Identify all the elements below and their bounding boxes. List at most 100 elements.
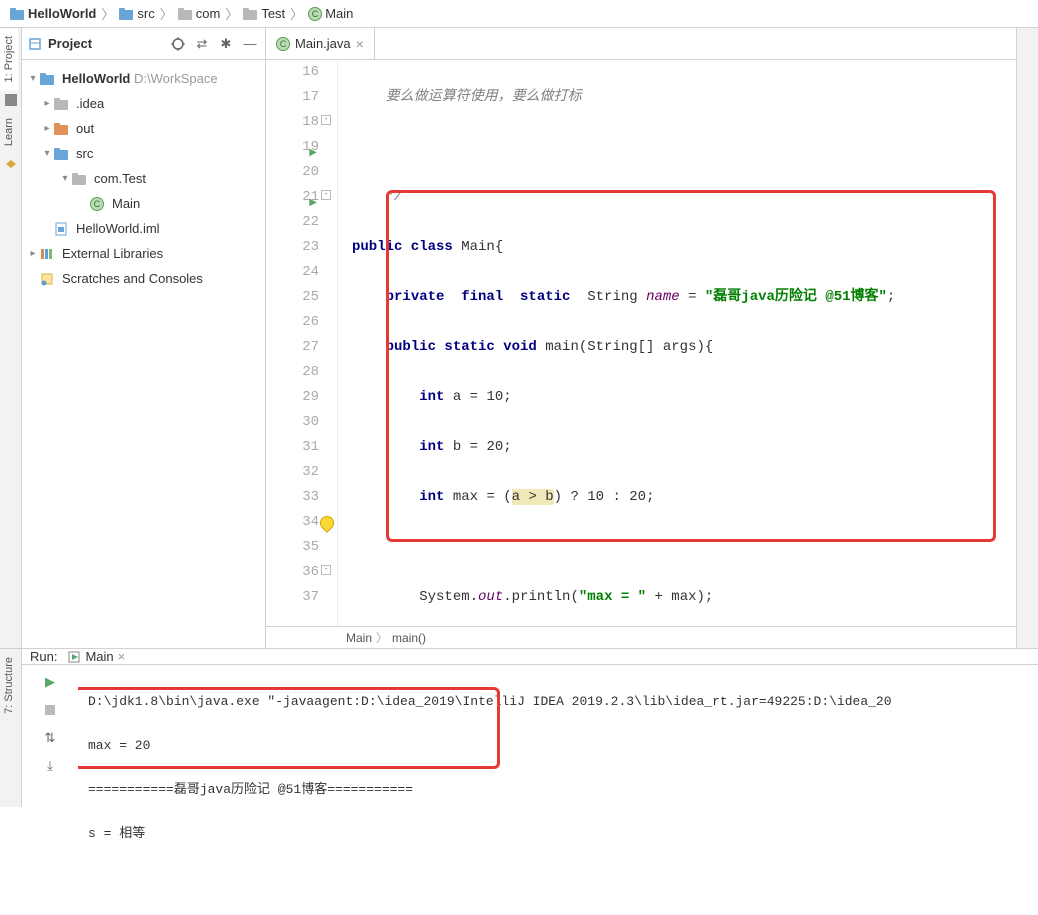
chevron-right-icon[interactable]: ▸	[40, 98, 54, 109]
tree-pkg[interactable]: ▾ com.Test	[22, 166, 265, 191]
code-line: 要么做运算符使用，要么做打标	[352, 85, 1016, 110]
folder-icon	[243, 8, 258, 20]
gear-icon[interactable]: ✱	[217, 35, 235, 53]
breadcrumb: HelloWorld 〉 src 〉 com 〉 Test 〉 C Main	[0, 0, 1038, 28]
locate-icon[interactable]	[169, 35, 187, 53]
package-icon	[72, 173, 87, 185]
tab-learn[interactable]: Learn	[0, 110, 18, 154]
chevron-down-icon[interactable]: ▾	[40, 148, 54, 159]
project-panel-header: Project ⇄ ✱ —	[22, 28, 265, 60]
run-toolbar: ▶ ⇅ ⤓	[22, 665, 78, 915]
chevron-right-icon: 〉	[101, 4, 114, 23]
run-header: Run: Main ×	[22, 649, 1038, 665]
chevron-right-icon: 〉	[160, 4, 173, 23]
folder-icon	[54, 98, 69, 110]
editor-tabs: C Main.java ×	[266, 28, 1016, 60]
run-panel: 7: Structure Run: Main × ▶ ⇅ ⤓ D:\jdk1.8…	[0, 648, 1038, 807]
code-line: int max = (a > b) ? 10 : 20;	[352, 485, 1016, 510]
chevron-down-icon[interactable]: ▾	[58, 173, 72, 184]
iml-icon	[54, 222, 68, 236]
code-line: int b = 20;	[352, 435, 1016, 460]
gutter[interactable]: 16 17 18- 19▶ 20 21▶- 22232425 26272829 …	[266, 60, 338, 626]
project-panel-title: Project	[48, 36, 163, 51]
project-tree[interactable]: ▾ HelloWorld D:\WorkSpace ▸ .idea ▸ out …	[22, 60, 265, 297]
bc-com[interactable]: com	[176, 6, 223, 21]
tab-main-java[interactable]: C Main.java ×	[266, 28, 375, 59]
project-icon	[10, 8, 25, 20]
crumb-class[interactable]: Main	[346, 631, 372, 645]
tab-project[interactable]: 1: Project	[0, 28, 18, 90]
code-line: public static void main(String[] args){	[352, 335, 1016, 360]
bc-test[interactable]: Test	[241, 6, 287, 21]
chevron-right-icon: 〉	[225, 4, 238, 23]
close-icon[interactable]: ×	[356, 36, 364, 52]
editor-body[interactable]: 16 17 18- 19▶ 20 21▶- 22232425 26272829 …	[266, 60, 1016, 626]
class-icon: C	[276, 37, 290, 51]
project-panel: Project ⇄ ✱ — ▾ HelloWorld D:\WorkSpace …	[22, 28, 266, 648]
scratch-icon	[40, 272, 54, 286]
chevron-down-icon[interactable]: ▾	[26, 73, 40, 84]
folder-out-icon	[54, 123, 69, 135]
code-line: private final static String name = "磊哥ja…	[352, 285, 1016, 310]
bc-main[interactable]: C Main	[306, 6, 355, 21]
chevron-right-icon[interactable]: ▸	[40, 123, 54, 134]
editor: C Main.java × 16 17 18- 19▶ 20 21▶- 2223…	[266, 28, 1016, 648]
code-line: int a = 10;	[352, 385, 1016, 410]
code-line: System.out.println("max = " + max);	[352, 585, 1016, 610]
tab-structure[interactable]: 7: Structure	[0, 649, 18, 722]
svg-text:C: C	[280, 39, 287, 49]
project-structure-icon[interactable]	[0, 90, 21, 110]
tree-ext-libs[interactable]: ▸ External Libraries	[22, 241, 265, 266]
chevron-right-icon[interactable]: ▸	[26, 248, 40, 259]
fold-icon[interactable]: -	[321, 190, 331, 200]
stop-icon[interactable]	[41, 701, 59, 719]
code-area[interactable]: 要么做运算符使用，要么做打标 */ public class Main{ pri…	[338, 60, 1016, 626]
chevron-right-icon: 〉	[290, 4, 303, 23]
editor-breadcrumb: Main 〉 main()	[266, 626, 1016, 648]
run-config-icon	[67, 650, 81, 664]
expand-all-icon[interactable]: ⇄	[193, 35, 211, 53]
scroll-end-icon[interactable]: ⤓	[41, 757, 59, 775]
left-tool-tabs: 1: Project Learn	[0, 28, 22, 648]
console-line: s = 相等	[88, 823, 1028, 845]
chevron-right-icon: 〉	[376, 629, 388, 646]
main-area: Project ⇄ ✱ — ▾ HelloWorld D:\WorkSpace …	[22, 28, 1016, 648]
class-icon: C	[90, 197, 104, 211]
intention-bulb-icon[interactable]	[317, 513, 337, 533]
learn-icon[interactable]	[0, 155, 21, 175]
class-icon: C	[308, 7, 322, 21]
fold-icon[interactable]: -	[321, 565, 331, 575]
console-output[interactable]: D:\jdk1.8\bin\java.exe "-javaagent:D:\id…	[78, 665, 1038, 915]
hide-icon[interactable]: —	[241, 35, 259, 53]
tree-scratches[interactable]: Scratches and Consoles	[22, 266, 265, 291]
console-line: max = 20	[88, 735, 1028, 757]
tree-idea[interactable]: ▸ .idea	[22, 91, 265, 116]
folder-icon	[119, 8, 134, 20]
tree-iml[interactable]: HelloWorld.iml	[22, 216, 265, 241]
svg-text:C: C	[312, 9, 319, 19]
bc-project[interactable]: HelloWorld	[8, 6, 98, 21]
console-line: ===========磊哥java历险记 @51博客===========	[88, 779, 1028, 801]
run-label: Run:	[30, 649, 57, 664]
right-tool-tabs	[1016, 28, 1038, 648]
run-config-tab[interactable]: Main ×	[67, 649, 125, 664]
code-line: public class Main{	[352, 235, 1016, 260]
console-line: D:\jdk1.8\bin\java.exe "-javaagent:D:\id…	[88, 691, 1028, 713]
library-icon	[40, 247, 54, 261]
code-line	[352, 135, 1016, 160]
tab-label: Main.java	[295, 36, 351, 51]
tree-class[interactable]: C Main	[22, 191, 265, 216]
source-folder-icon	[54, 148, 69, 160]
bc-src[interactable]: src	[117, 6, 156, 21]
project-view-icon	[28, 37, 42, 51]
rerun-icon[interactable]: ▶	[41, 673, 59, 691]
fold-icon[interactable]: -	[321, 115, 331, 125]
module-icon	[40, 73, 55, 85]
tree-root[interactable]: ▾ HelloWorld D:\WorkSpace	[22, 66, 265, 91]
tree-out[interactable]: ▸ out	[22, 116, 265, 141]
layout-icon[interactable]: ⇅	[41, 729, 59, 747]
folder-icon	[178, 8, 193, 20]
crumb-method[interactable]: main()	[392, 631, 426, 645]
close-icon[interactable]: ×	[118, 649, 126, 664]
tree-src[interactable]: ▾ src	[22, 141, 265, 166]
